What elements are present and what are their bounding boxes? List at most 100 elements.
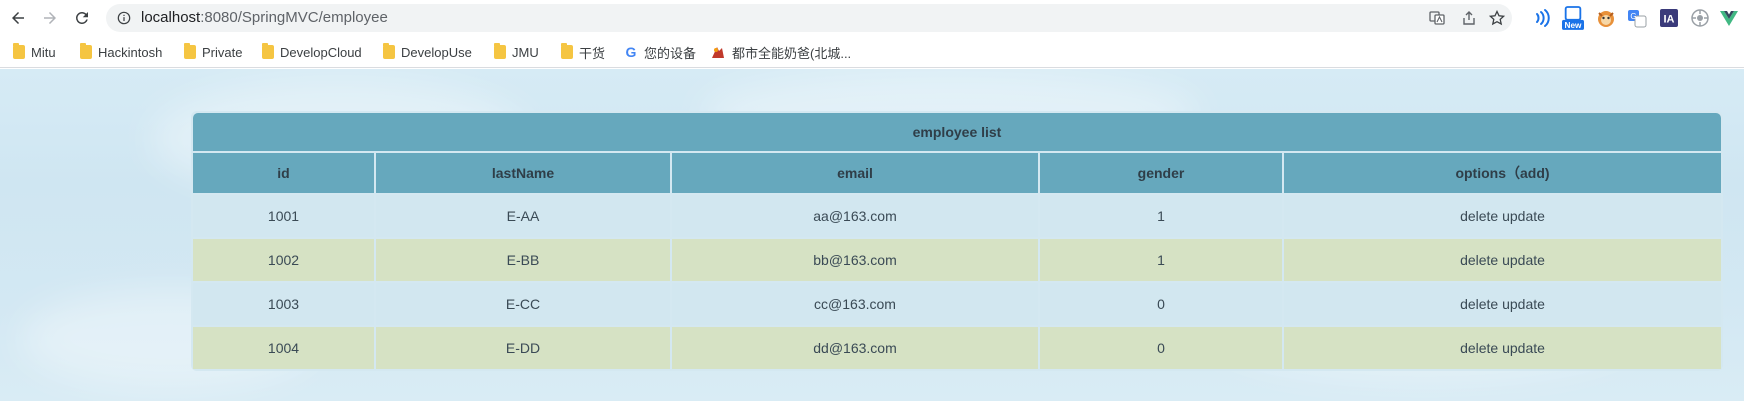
translate-extension[interactable]: G [1626,7,1648,29]
vue-icon [1720,11,1738,26]
bookmark-your-devices[interactable]: G 您的设备 [624,42,696,62]
translate-icon: G [1628,10,1647,28]
ia-icon: IA [1660,9,1678,27]
update-link[interactable]: update [1502,252,1545,268]
folder-icon [13,43,25,59]
header-gender: gender [1040,153,1282,193]
cell-email: dd@163.com [672,327,1038,369]
bookmark-hackintosh[interactable]: Hackintosh [80,42,162,62]
signal-icon [1536,9,1550,27]
bookmark-label: 您的设备 [644,45,697,61]
vue-extension[interactable] [1718,7,1740,29]
bookmark-label: Hackintosh [98,44,163,60]
cell-email: bb@163.com [672,239,1038,281]
reload-button[interactable] [68,4,96,32]
bookmark-developcloud[interactable]: DevelopCloud [262,42,362,62]
cell-email: cc@163.com [672,283,1038,325]
info-icon[interactable] [117,11,131,25]
cell-lastname: E-CC [376,283,670,325]
header-id: id [193,153,374,193]
bookmark-private[interactable]: Private [184,42,242,62]
ia-text: IA [1664,14,1675,26]
update-link[interactable]: update [1502,208,1545,224]
google-icon: G [625,44,637,60]
cell-options: delete update [1284,283,1721,325]
bookmark-label: JMU [512,44,539,60]
cell-lastname: E-AA [376,195,670,237]
folder-icon [80,43,92,59]
delete-link[interactable]: delete [1460,296,1498,312]
forward-button[interactable] [36,4,64,32]
bookmark-dushi[interactable]: 都市全能奶爸(北城... [710,42,851,62]
table-row: 1002 E-BB bb@163.com 1 delete update [193,239,1721,281]
cell-options: delete update [1284,239,1721,281]
cell-options: delete update [1284,327,1721,369]
cell-lastname: E-BB [376,239,670,281]
table-row: 1003 E-CC cc@163.com 0 delete update [193,283,1721,325]
share-button[interactable] [1458,8,1480,28]
header-row: id lastName email gender options（add) [193,153,1721,193]
svg-text:G: G [1630,12,1636,21]
fox-extension[interactable] [1595,7,1617,29]
cell-email: aa@163.com [672,195,1038,237]
cell-id: 1001 [193,195,374,237]
url-path: :8080/SpringMVC/employee [200,9,388,26]
bookmark-label: 都市全能奶爸(北城... [732,45,852,61]
cell-id: 1004 [193,327,374,369]
employee-table: employee list id lastName email gender o… [191,111,1723,371]
bookmark-star-button[interactable] [1486,8,1508,28]
bookmarks-bar: Mitu Hackintosh Private DevelopCloud Dev… [0,36,1744,68]
new-extension[interactable]: New [1562,4,1584,32]
browser-toolbar: localhost:8080/SpringMVC/employee New G … [0,0,1744,36]
translate-page-button[interactable] [1426,8,1448,28]
arrow-right-icon [44,12,56,24]
header-lastname: lastName [376,153,670,193]
star-icon [1489,10,1505,26]
cell-gender: 1 [1040,239,1282,281]
bookmark-label: Mitu [31,44,56,60]
back-button[interactable] [4,4,32,32]
share-icon [1463,11,1475,25]
table-row: 1001 E-AA aa@163.com 1 delete update [193,195,1721,237]
gear-flower-icon [1691,9,1709,27]
bookmark-developuse[interactable]: DevelopUse [383,42,472,62]
url-host: localhost [141,9,201,26]
folder-icon [494,43,506,59]
cell-id: 1002 [193,239,374,281]
translate-page-icon [1429,11,1445,25]
new-badge-icon: New [1562,6,1584,30]
cell-id: 1003 [193,283,374,325]
bookmark-ganhuo[interactable]: 干货 [561,42,605,62]
reload-icon [75,11,88,24]
delete-link[interactable]: delete [1460,340,1498,356]
ia-extension[interactable]: IA [1658,7,1680,29]
bookmark-mitu[interactable]: Mitu [13,42,56,62]
update-link[interactable]: update [1502,296,1545,312]
cell-gender: 0 [1040,327,1282,369]
bookmark-label: 干货 [579,45,606,61]
new-badge-text: New [1565,21,1583,30]
header-options: options（add) [1284,153,1721,193]
folder-icon [262,43,274,59]
address-bar[interactable]: localhost:8080/SpringMVC/employee [106,4,1512,32]
table-row: 1004 E-DD dd@163.com 0 delete update [193,327,1721,369]
bookmark-jmu[interactable]: JMU [494,42,539,62]
signal-extension[interactable] [1531,7,1553,29]
fox-icon [1598,11,1614,27]
flower-extension[interactable] [1689,7,1711,29]
delete-link[interactable]: delete [1460,252,1498,268]
cell-gender: 0 [1040,283,1282,325]
page-content: employee list id lastName email gender o… [0,69,1744,401]
site-icon [712,47,724,58]
bookmark-label: Private [202,44,243,60]
folder-icon [383,43,395,59]
arrow-left-icon [12,12,24,24]
header-email: email [672,153,1038,193]
url-text[interactable]: localhost:8080/SpringMVC/employee [141,4,388,32]
update-link[interactable]: update [1502,340,1545,356]
delete-link[interactable]: delete [1460,208,1498,224]
folder-icon [184,43,196,59]
bookmark-label: DevelopCloud [280,44,362,60]
table-caption: employee list [193,113,1721,151]
cell-lastname: E-DD [376,327,670,369]
